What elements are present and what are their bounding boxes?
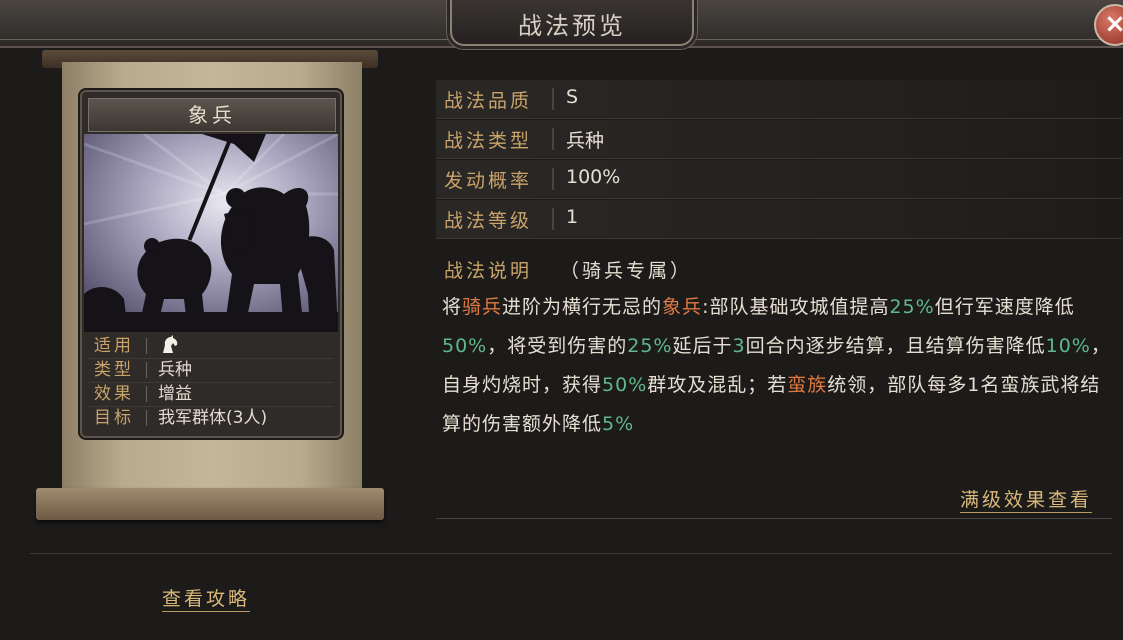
info-row-quality: 战法品质 S — [436, 80, 1122, 119]
description-segment: 回合内逐步结算，且结算伤害降低 — [745, 335, 1046, 357]
info-value-quality: S — [566, 86, 579, 108]
info-key-level: 战法等级 — [444, 210, 533, 232]
full-level-effect-link[interactable]: 满级效果查看 — [960, 485, 1093, 513]
info-key-quality: 战法品质 — [444, 90, 533, 112]
divider — [552, 88, 554, 110]
attr-value-target: 我军群体(3人) — [158, 408, 268, 428]
description-heading: 战法说明 （骑兵专属） — [444, 256, 692, 283]
number-highlight: 50% — [442, 335, 488, 357]
info-key-type: 战法类型 — [444, 130, 533, 152]
info-value-chance: 100% — [566, 166, 621, 188]
scroll-rod-bottom — [36, 488, 384, 520]
card-attr-row-target: 目标 我军群体(3人) — [88, 406, 334, 430]
title-plate: 战法预览 — [450, 0, 694, 46]
tactic-card: 象兵 适用 类型 兵种 效果 增益 目标 我军群体(3人) — [80, 90, 342, 438]
divider — [552, 128, 554, 150]
info-value-level: 1 — [566, 206, 579, 228]
description-label: 战法说明 — [444, 260, 533, 282]
description-segment: 将 — [442, 296, 463, 318]
number-highlight: 50% — [602, 374, 648, 396]
keyword-highlight: 象兵 — [662, 296, 703, 318]
description-segment: 延后于 — [672, 335, 733, 357]
description-segment: 进阶为横行无忌的 — [502, 296, 663, 318]
tactic-name: 象兵 — [88, 98, 336, 132]
divider — [552, 208, 554, 230]
dialog-title: 战法预览 — [518, 12, 626, 40]
attr-key-target: 目标 — [94, 408, 147, 428]
attr-key-type: 类型 — [94, 360, 147, 380]
attr-value-type: 兵种 — [158, 360, 192, 380]
number-highlight: 5% — [602, 413, 635, 435]
divider — [436, 518, 1112, 519]
cavalry-illustration — [84, 134, 338, 332]
keyword-highlight: 骑兵 — [462, 296, 503, 318]
description-segment: :部队基础攻城值提高 — [702, 296, 890, 318]
number-highlight: 25% — [627, 335, 673, 357]
divider — [30, 553, 1112, 554]
attr-value-effect: 增益 — [158, 384, 192, 404]
view-guide-link[interactable]: 查看攻略 — [162, 584, 251, 612]
number-highlight: 25% — [889, 296, 935, 318]
info-row-type: 战法类型 兵种 — [436, 120, 1122, 159]
number-highlight: 10% — [1045, 335, 1091, 357]
description-segment: 群攻及混乱；若 — [647, 374, 788, 396]
info-key-chance: 发动概率 — [444, 170, 533, 192]
card-attr-row-type: 类型 兵种 — [88, 358, 334, 383]
description-segment: ，将受到伤害的 — [487, 335, 628, 357]
attr-key-usage: 适用 — [94, 336, 147, 356]
card-attr-row-usage: 适用 — [88, 334, 334, 359]
attr-key-effect: 效果 — [94, 384, 147, 404]
description-text: 将骑兵进阶为横行无忌的象兵:部队基础攻城值提高25%但行军速度降低50%，将受到… — [442, 288, 1114, 444]
description-note: （骑兵专属） — [560, 260, 693, 282]
info-row-level: 战法等级 1 — [436, 200, 1122, 239]
info-row-chance: 发动概率 100% — [436, 160, 1122, 199]
number-highlight: 3 — [732, 335, 746, 357]
card-attr-row-effect: 效果 增益 — [88, 382, 334, 407]
info-value-type: 兵种 — [566, 130, 605, 152]
description-segment: 但行军速度降低 — [934, 296, 1075, 318]
divider — [552, 168, 554, 190]
keyword-highlight: 蛮族 — [787, 374, 828, 396]
